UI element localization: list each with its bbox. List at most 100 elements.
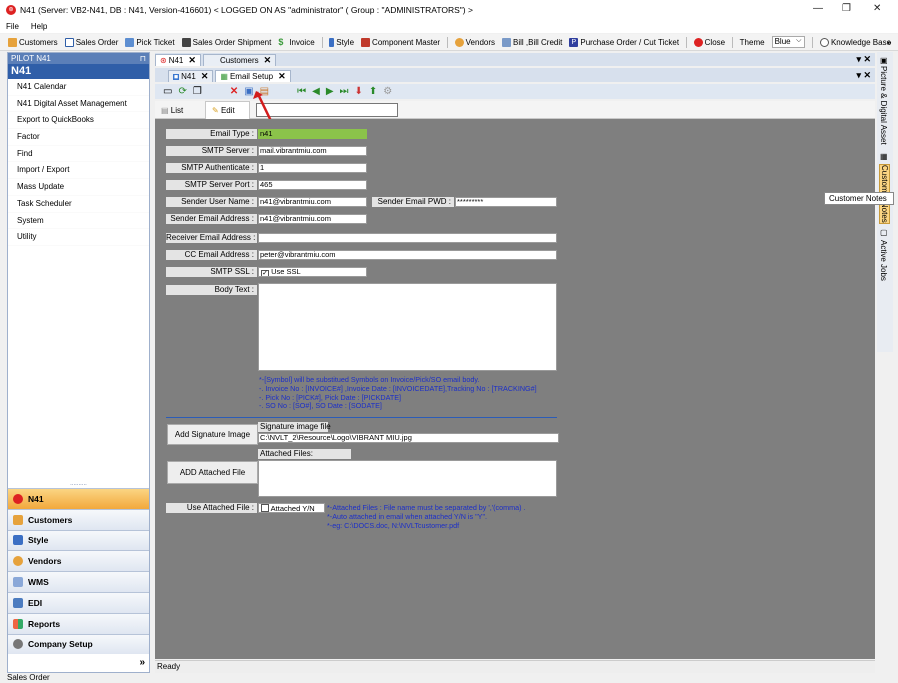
sender-pwd-field[interactable]: ********* xyxy=(455,197,557,207)
notes-icon: ▦ xyxy=(880,152,888,161)
refresh-icon[interactable]: ⟳ xyxy=(178,86,186,98)
toolbar-invoice[interactable]: $ Invoice xyxy=(278,36,314,47)
settings-icon[interactable]: ⚙ xyxy=(383,86,392,98)
attached-checkbox[interactable] xyxy=(261,504,269,512)
toolbar-close[interactable]: Close xyxy=(693,37,725,47)
grid-icon: ▦ xyxy=(220,72,228,81)
left-panel-header: PILOT N41 ⊓ xyxy=(8,53,149,64)
signature-path-field[interactable]: C:\NVLT_2\Resource\Logo\VIBRANT MIU.jpg xyxy=(258,433,559,443)
toolbar-purchase-order[interactable]: P Purchase Order / Cut Ticket xyxy=(569,37,679,47)
download-icon[interactable]: ⬇ xyxy=(355,86,363,98)
vendors-icon xyxy=(13,556,23,567)
email-type-field[interactable]: n41 xyxy=(258,129,367,139)
maximize-button[interactable]: ❐ xyxy=(842,3,851,14)
toolbar-sales-order-shipment[interactable]: Sales Order Shipment xyxy=(181,37,271,47)
cc-email-field[interactable]: peter@vibrantmiu.com xyxy=(258,250,557,260)
upload-icon[interactable]: ⬆ xyxy=(369,86,377,98)
cc-email-label: CC Email Address : xyxy=(166,250,257,260)
pane-menu-button[interactable]: ▾ ✕ xyxy=(856,54,871,65)
app-logo-icon: ⊛ xyxy=(6,4,16,15)
tab-n41[interactable]: ⊛ N41 ✕ xyxy=(155,54,201,66)
module-item-import-export[interactable]: Import / Export xyxy=(8,162,149,180)
add-signature-button[interactable]: Add Signature Image xyxy=(167,424,258,445)
delete-icon[interactable]: ✕ xyxy=(230,86,238,98)
smtp-authenticate-field[interactable]: 1 xyxy=(258,163,367,173)
nav-customers[interactable]: Customers xyxy=(8,508,149,530)
nav-reports[interactable]: Reports xyxy=(8,612,149,634)
tab-customers[interactable]: Customers ✕ xyxy=(202,54,277,66)
minimize-button[interactable]: — xyxy=(813,3,823,14)
attached-files-area[interactable] xyxy=(258,460,557,497)
toolbar-knowledge-base[interactable]: Knowledge Base xyxy=(819,37,891,47)
shipment-icon xyxy=(181,37,191,47)
ssl-checkbox[interactable]: ✓ xyxy=(261,270,269,276)
toolbar-sales-order[interactable]: Sales Order xyxy=(64,37,118,47)
toolbar-component-master[interactable]: Component Master xyxy=(361,37,440,47)
list-icon: ▤ xyxy=(161,106,171,115)
receiver-email-label: Receiver Email Address : xyxy=(166,233,257,243)
bill-icon xyxy=(502,37,512,47)
last-record-icon[interactable]: ⏭ xyxy=(340,86,349,98)
sender-email-field[interactable]: n41@vibrantmiu.com xyxy=(258,214,367,224)
receiver-email-field[interactable] xyxy=(258,233,557,243)
module-item-system[interactable]: System xyxy=(8,213,149,230)
close-icon[interactable]: ✕ xyxy=(201,71,209,82)
use-attached-label: Use Attached File : xyxy=(166,503,257,513)
tab-edit[interactable]: ✎ Edit xyxy=(205,101,250,119)
nav-company-setup[interactable]: Company Setup xyxy=(8,633,149,655)
toolbar-style[interactable]: Style xyxy=(329,37,354,47)
copy-icon[interactable]: ❐ xyxy=(193,86,202,98)
pick-ticket-icon xyxy=(125,37,135,47)
dollar-icon: $ xyxy=(278,36,284,47)
smtp-server-label: SMTP Server : xyxy=(166,146,257,156)
nav-expand-button[interactable]: » xyxy=(8,654,149,674)
nav-edi[interactable]: EDI xyxy=(8,591,149,613)
module-item-dam[interactable]: N41 Digital Asset Management xyxy=(8,96,149,113)
rail-active-jobs[interactable]: Active Jobs xyxy=(879,240,888,281)
next-record-icon[interactable]: ▶ xyxy=(326,86,334,98)
theme-select[interactable]: Blue xyxy=(771,36,806,48)
body-text-area[interactable] xyxy=(258,283,557,371)
tab-email-setup[interactable]: ▦ Email Setup ✕ xyxy=(215,70,291,82)
first-record-icon[interactable]: ⏮ xyxy=(297,86,306,98)
tab-n41-inner[interactable]: ◼ N41 ✕ xyxy=(168,70,214,82)
tab-list[interactable]: ▤ List xyxy=(161,106,183,115)
module-item-factor[interactable]: Factor xyxy=(8,129,149,146)
toolbar-pick-ticket[interactable]: Pick Ticket xyxy=(125,37,175,47)
sender-pwd-label: Sender Email PWD : xyxy=(372,197,454,207)
module-item-calendar[interactable]: N41 Calendar xyxy=(8,79,149,96)
module-item-quickbooks[interactable]: Export to QuickBooks xyxy=(8,112,149,130)
prev-record-icon[interactable]: ◀ xyxy=(312,86,320,98)
module-item-utility[interactable]: Utility xyxy=(8,229,149,246)
nav-style[interactable]: Style xyxy=(8,529,149,551)
module-item-task-scheduler[interactable]: Task Scheduler xyxy=(8,196,149,213)
record-search-input[interactable] xyxy=(256,103,398,117)
close-icon[interactable]: ✕ xyxy=(264,55,272,66)
pin-icon[interactable]: ⊓ xyxy=(140,53,146,64)
module-item-find[interactable]: Find xyxy=(8,146,149,163)
toolbar-overflow-button[interactable]: » xyxy=(887,38,891,47)
smtp-ssl-label: SMTP SSL : xyxy=(166,267,257,277)
toolbar-vendors[interactable]: Vendors xyxy=(454,37,495,47)
close-window-button[interactable]: ✕ xyxy=(873,3,881,14)
nav-vendors[interactable]: Vendors xyxy=(8,550,149,572)
module-item-mass-update[interactable]: Mass Update xyxy=(8,179,149,196)
toolbar-customers[interactable]: Customers xyxy=(8,37,58,47)
menu-help[interactable]: Help xyxy=(31,22,47,31)
rail-picture-asset[interactable]: Picture & Digital Asset xyxy=(879,66,888,145)
close-icon[interactable]: ✕ xyxy=(278,71,286,82)
menu-file[interactable]: File xyxy=(6,22,19,31)
add-attached-file-button[interactable]: ADD Attached File xyxy=(167,461,258,484)
close-icon[interactable]: ✕ xyxy=(188,55,196,66)
n41-badge-icon: ◼ xyxy=(173,73,180,80)
new-icon[interactable]: ▭ xyxy=(163,86,172,98)
pane-menu-button[interactable]: ▾ ✕ xyxy=(856,70,871,81)
nav-wms[interactable]: WMS xyxy=(8,571,149,592)
nav-n41[interactable]: N41 xyxy=(8,488,149,509)
smtp-port-field[interactable]: 465 xyxy=(258,180,367,190)
toolbar-bill[interactable]: Bill ,Bill Credit xyxy=(502,37,562,47)
sender-user-field[interactable]: n41@vibrantmiu.com xyxy=(258,197,367,207)
smtp-server-field[interactable]: mail.vibrantmiu.com xyxy=(258,146,367,156)
smtp-ssl-field: ✓ Use SSL xyxy=(258,267,367,277)
component-icon xyxy=(361,37,371,47)
